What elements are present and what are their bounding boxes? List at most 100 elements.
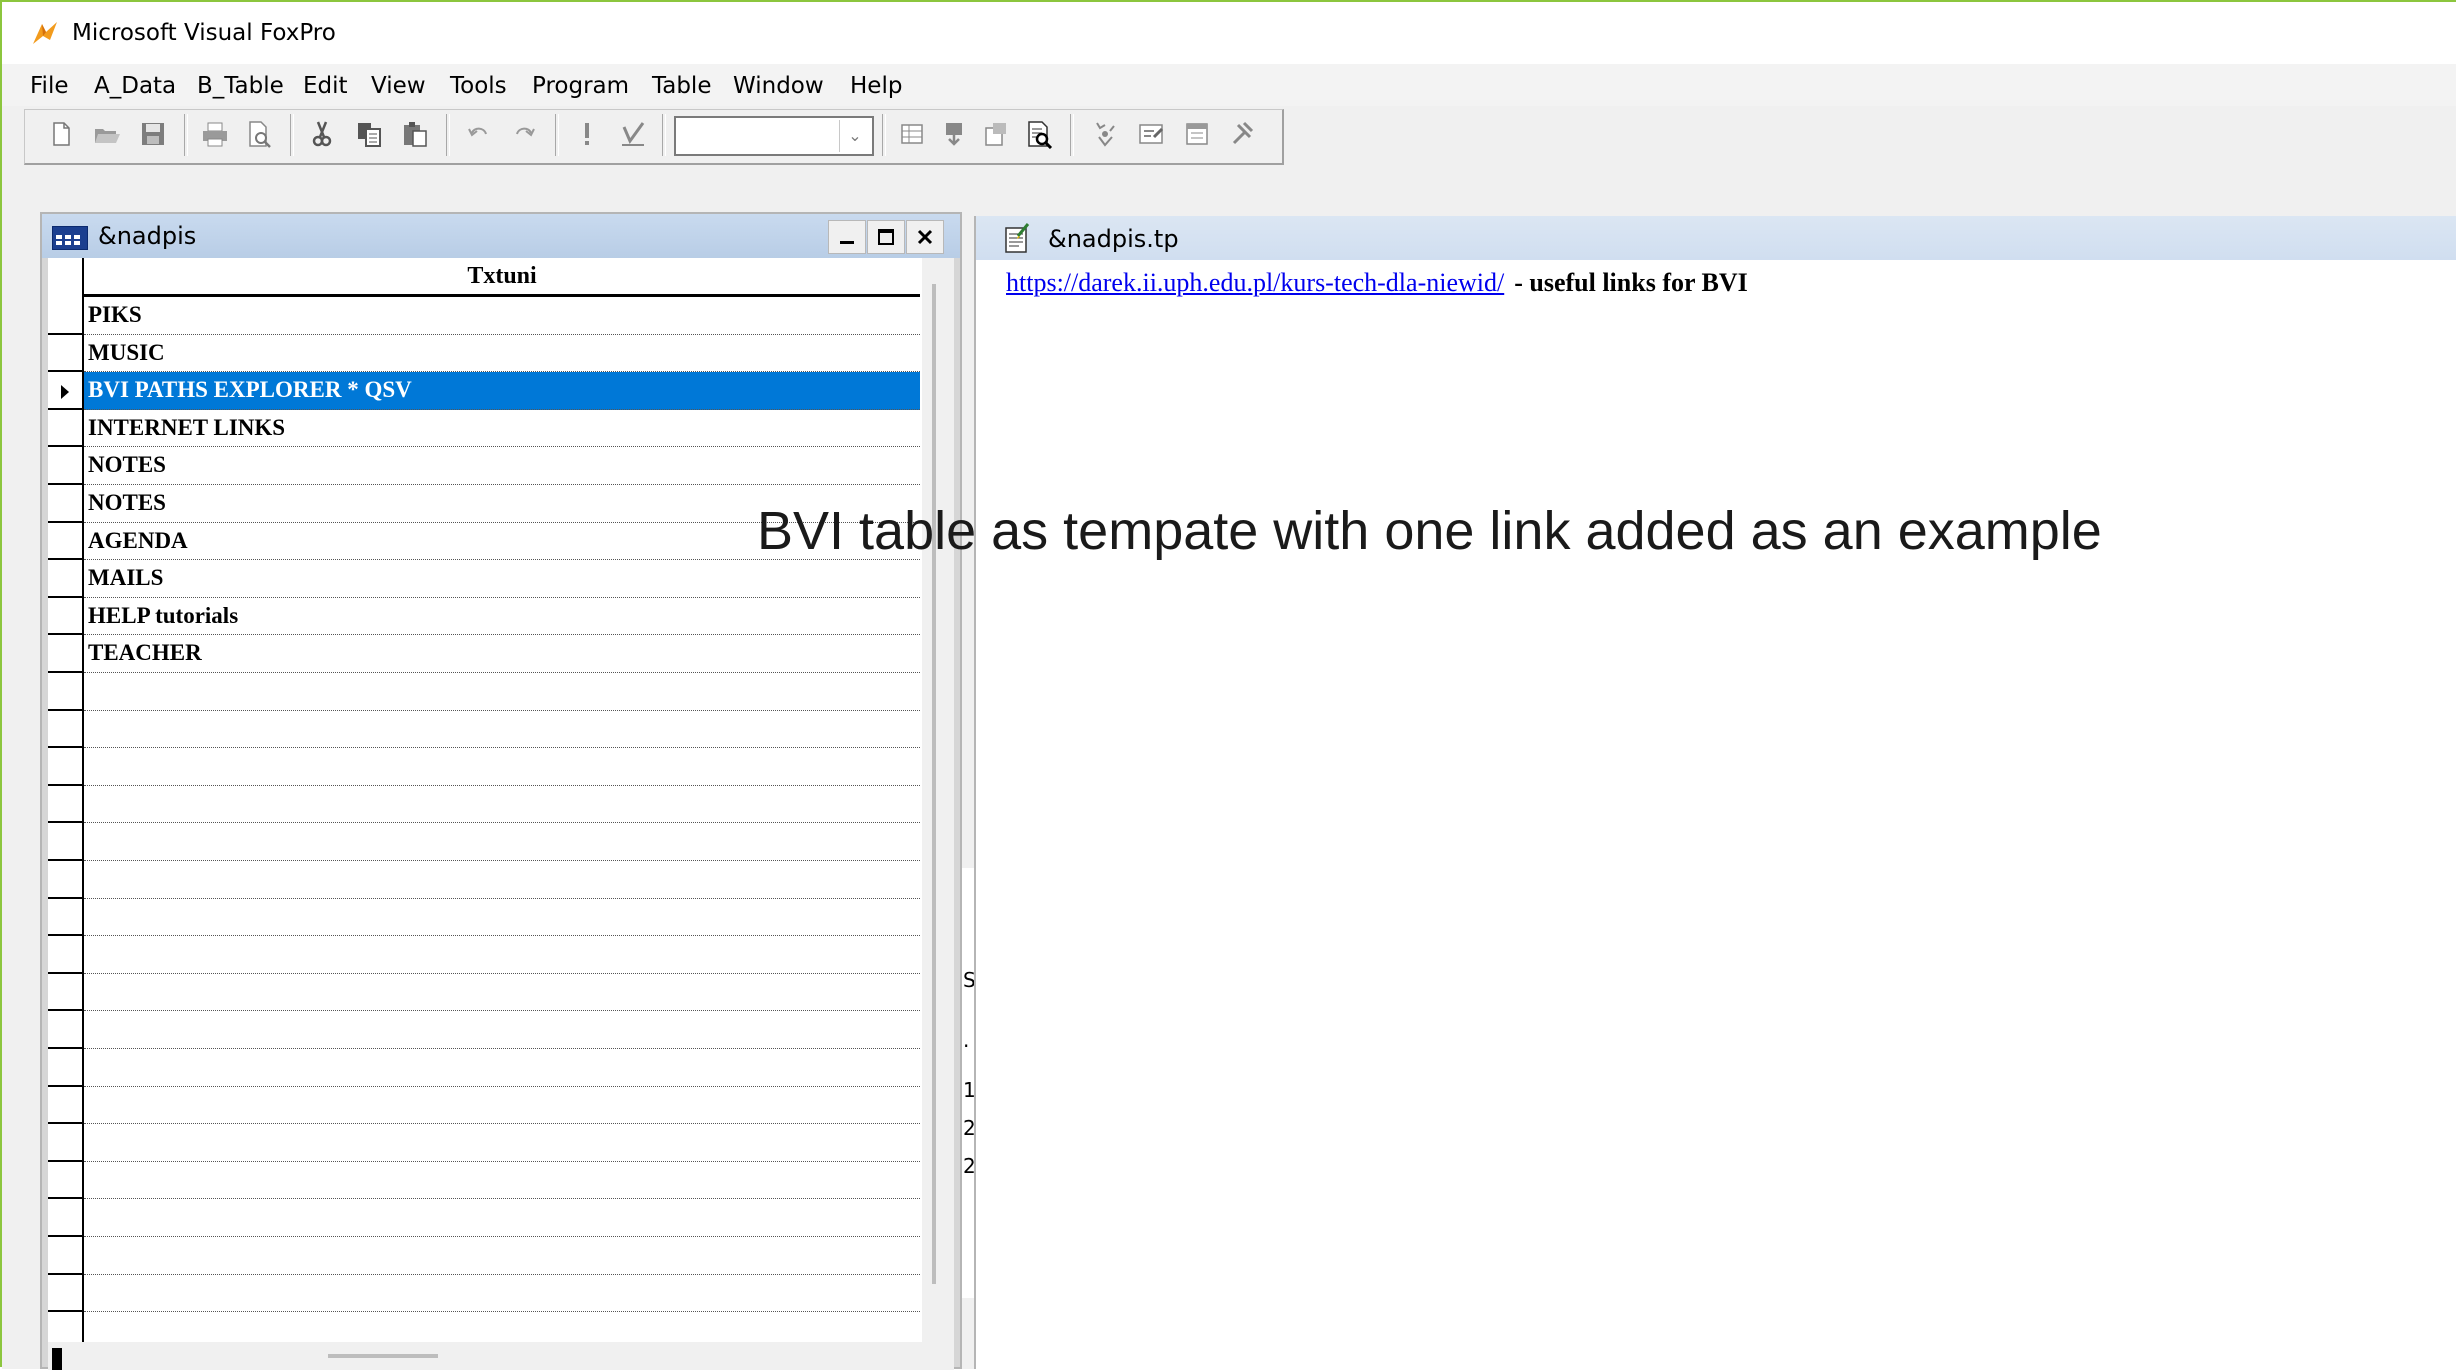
- record-selector[interactable]: [48, 1011, 82, 1049]
- record-selector[interactable]: [48, 598, 82, 636]
- record-selector[interactable]: [48, 560, 82, 598]
- txtuni-cell[interactable]: [84, 1049, 920, 1087]
- record-selector[interactable]: [48, 748, 82, 786]
- txtuni-cell[interactable]: [84, 899, 920, 937]
- record-selector[interactable]: [48, 297, 82, 335]
- menu-tools[interactable]: Tools: [450, 73, 507, 99]
- txtuni-cell[interactable]: [84, 1124, 920, 1162]
- builder-icon[interactable]: [1226, 116, 1260, 152]
- table-row[interactable]: MAILS: [48, 560, 922, 598]
- record-selector[interactable]: [48, 1162, 82, 1200]
- horizontal-scrollbar[interactable]: [48, 1342, 954, 1370]
- table-row[interactable]: INTERNET LINKS: [48, 410, 922, 448]
- record-selector[interactable]: [48, 635, 82, 673]
- record-selector[interactable]: [48, 673, 82, 711]
- editor-window-titlebar[interactable]: &nadpis.tp: [976, 216, 2456, 260]
- table-row[interactable]: [48, 1049, 922, 1087]
- column-header-txtuni[interactable]: Txtuni: [84, 258, 920, 297]
- data-session-icon[interactable]: [1088, 116, 1122, 152]
- print-preview-icon[interactable]: [242, 116, 276, 152]
- record-selector[interactable]: [48, 372, 82, 410]
- txtuni-cell[interactable]: [84, 936, 920, 974]
- new-file-icon[interactable]: [44, 116, 78, 152]
- maximize-button[interactable]: [867, 220, 905, 254]
- cut-icon[interactable]: [305, 116, 339, 152]
- record-selector[interactable]: [48, 1087, 82, 1125]
- record-selector[interactable]: [48, 936, 82, 974]
- txtuni-cell[interactable]: NOTES: [84, 447, 920, 485]
- table-row[interactable]: MUSIC: [48, 335, 922, 373]
- txtuni-cell[interactable]: [84, 673, 920, 711]
- modify-form-icon[interactable]: [616, 116, 650, 152]
- table-row[interactable]: [48, 823, 922, 861]
- table-row[interactable]: [48, 1011, 922, 1049]
- record-selector[interactable]: [48, 447, 82, 485]
- table-row[interactable]: [48, 1237, 922, 1275]
- txtuni-cell[interactable]: [84, 823, 920, 861]
- table-row[interactable]: [48, 899, 922, 937]
- menu-help[interactable]: Help: [850, 73, 902, 99]
- menu-table[interactable]: Table: [652, 73, 711, 99]
- browse-grid[interactable]: Txtuni PIKS MUSIC BVI PATHS EXPLORER * QSV…: [48, 258, 922, 1342]
- record-selector[interactable]: [48, 523, 82, 561]
- table-row[interactable]: NOTES: [48, 447, 922, 485]
- txtuni-cell[interactable]: [84, 1199, 920, 1237]
- table-row[interactable]: [48, 1162, 922, 1200]
- record-selector[interactable]: [48, 711, 82, 749]
- txtuni-cell[interactable]: [84, 974, 920, 1012]
- record-selector[interactable]: [48, 899, 82, 937]
- table-row[interactable]: BVI PATHS EXPLORER * QSV: [48, 372, 922, 410]
- txtuni-cell[interactable]: [84, 711, 920, 749]
- save-icon[interactable]: [136, 116, 170, 152]
- horizontal-scroll-thumb[interactable]: [328, 1354, 438, 1358]
- menu-window[interactable]: Window: [733, 73, 824, 99]
- record-selector[interactable]: [48, 485, 82, 523]
- vertical-scroll-thumb[interactable]: [932, 284, 936, 1284]
- record-selector[interactable]: [48, 1237, 82, 1275]
- record-selector[interactable]: [48, 786, 82, 824]
- undo-icon[interactable]: [462, 116, 496, 152]
- txtuni-cell[interactable]: [84, 748, 920, 786]
- record-selector[interactable]: [48, 410, 82, 448]
- vertical-scrollbar[interactable]: [922, 258, 954, 1342]
- record-selector[interactable]: [48, 1049, 82, 1087]
- table-row[interactable]: [48, 974, 922, 1012]
- menu-a-data[interactable]: A_Data: [94, 73, 176, 99]
- txtuni-cell[interactable]: MUSIC: [84, 335, 920, 373]
- close-button[interactable]: [906, 220, 944, 254]
- table-row[interactable]: [48, 673, 922, 711]
- course-link[interactable]: https://darek.ii.uph.edu.pl/kurs-tech-dl…: [1006, 268, 1504, 297]
- table-row[interactable]: HELP tutorials: [48, 598, 922, 636]
- report-wizard-icon[interactable]: [1180, 116, 1214, 152]
- record-selector[interactable]: [48, 1124, 82, 1162]
- txtuni-cell[interactable]: [84, 1275, 920, 1313]
- print-icon[interactable]: [198, 116, 232, 152]
- txtuni-cell[interactable]: [84, 1237, 920, 1275]
- database-icon[interactable]: [895, 116, 929, 152]
- menu-edit[interactable]: Edit: [303, 73, 348, 99]
- table-row[interactable]: [48, 748, 922, 786]
- chevron-down-icon[interactable]: ⌄: [839, 120, 870, 152]
- txtuni-cell[interactable]: [84, 1162, 920, 1200]
- record-selector[interactable]: [48, 1312, 82, 1342]
- menu-view[interactable]: View: [371, 73, 426, 99]
- txtuni-cell[interactable]: [84, 1087, 920, 1125]
- run-icon[interactable]: [570, 116, 604, 152]
- record-selector[interactable]: [48, 1199, 82, 1237]
- menu-file[interactable]: File: [30, 73, 69, 99]
- browse-window-titlebar[interactable]: &nadpis: [42, 214, 960, 258]
- table-row[interactable]: [48, 786, 922, 824]
- redo-icon[interactable]: [507, 116, 541, 152]
- txtuni-cell[interactable]: INTERNET LINKS: [84, 410, 920, 448]
- table-row[interactable]: [48, 936, 922, 974]
- txtuni-cell[interactable]: MAILS: [84, 560, 920, 598]
- form-wizard-icon[interactable]: [1134, 116, 1168, 152]
- txtuni-cell[interactable]: HELP tutorials: [84, 598, 920, 636]
- table-row[interactable]: [48, 1087, 922, 1125]
- record-selector[interactable]: [48, 335, 82, 373]
- table-row[interactable]: [48, 1124, 922, 1162]
- minimize-button[interactable]: [828, 220, 866, 254]
- txtuni-cell[interactable]: PIKS: [84, 297, 920, 335]
- record-selector[interactable]: [48, 823, 82, 861]
- table-row[interactable]: PIKS: [48, 297, 922, 335]
